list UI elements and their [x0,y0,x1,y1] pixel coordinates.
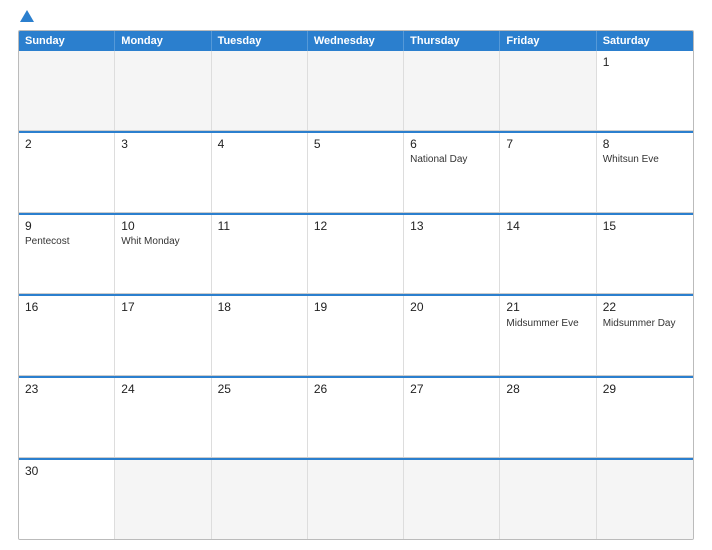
day-number: 14 [506,219,589,233]
day-number: 27 [410,382,493,396]
day-number: 29 [603,382,687,396]
day-event: Whitsun Eve [603,153,687,166]
calendar-cell [115,51,211,130]
day-number: 23 [25,382,108,396]
calendar-cell: 2 [19,133,115,212]
day-number: 4 [218,137,301,151]
calendar-cell: 14 [500,215,596,294]
calendar-cell: 19 [308,296,404,375]
calendar-cell: 26 [308,378,404,457]
calendar-cell: 13 [404,215,500,294]
calendar: SundayMondayTuesdayWednesdayThursdayFrid… [18,30,694,540]
calendar-cell: 16 [19,296,115,375]
calendar-cell: 27 [404,378,500,457]
calendar-cell: 21 Midsummer Eve [500,296,596,375]
calendar-page: SundayMondayTuesdayWednesdayThursdayFrid… [0,0,712,550]
calendar-cell [19,51,115,130]
day-number: 16 [25,300,108,314]
calendar-cell: 1 [597,51,693,130]
calendar-cell [308,460,404,539]
day-number: 6 [410,137,493,151]
calendar-cell: 20 [404,296,500,375]
day-number: 17 [121,300,204,314]
day-event: National Day [410,153,493,166]
day-number: 3 [121,137,204,151]
calendar-cell: 18 [212,296,308,375]
day-event: Midsummer Eve [506,317,589,330]
calendar-body: 123456National Day78Whitsun Eve9Pentecos… [19,51,693,539]
calendar-cell [212,460,308,539]
day-number: 10 [121,219,204,233]
calendar-week-0: 1 [19,51,693,131]
calendar-week-4: 23 24 25 26 27 28 29 [19,376,693,458]
day-number: 1 [603,55,687,69]
logo [18,10,34,24]
day-number: 5 [314,137,397,151]
day-number: 18 [218,300,301,314]
calendar-cell: 17 [115,296,211,375]
calendar-cell: 6 National Day [404,133,500,212]
day-number: 19 [314,300,397,314]
calendar-cell: 22 Midsummer Day [597,296,693,375]
calendar-cell: 12 [308,215,404,294]
day-header-saturday: Saturday [597,31,693,51]
day-header-thursday: Thursday [404,31,500,51]
day-number: 21 [506,300,589,314]
day-header-sunday: Sunday [19,31,115,51]
day-header-monday: Monday [115,31,211,51]
calendar-cell [308,51,404,130]
calendar-cell: 25 [212,378,308,457]
calendar-cell: 28 [500,378,596,457]
calendar-cell [404,460,500,539]
day-number: 25 [218,382,301,396]
calendar-cell: 8 Whitsun Eve [597,133,693,212]
day-number: 26 [314,382,397,396]
day-number: 24 [121,382,204,396]
calendar-week-3: 16 17 18 19 20 21 Midsummer Eve 22 Midsummer Day [19,294,693,376]
day-number: 22 [603,300,687,314]
day-event: Whit Monday [121,235,204,248]
day-header-wednesday: Wednesday [308,31,404,51]
day-number: 15 [603,219,687,233]
day-header-tuesday: Tuesday [212,31,308,51]
page-header [18,10,694,24]
day-number: 11 [218,219,301,233]
calendar-cell [597,460,693,539]
calendar-cell [115,460,211,539]
day-number: 20 [410,300,493,314]
calendar-cell: 23 [19,378,115,457]
calendar-cell: 9 Pentecost [19,215,115,294]
calendar-cell: 24 [115,378,211,457]
calendar-cell: 10 Whit Monday [115,215,211,294]
calendar-cell: 11 [212,215,308,294]
day-number: 2 [25,137,108,151]
calendar-cell: 7 [500,133,596,212]
calendar-cell [212,51,308,130]
day-header-friday: Friday [500,31,596,51]
day-number: 7 [506,137,589,151]
day-number: 30 [25,464,108,478]
calendar-cell: 3 [115,133,211,212]
day-number: 8 [603,137,687,151]
calendar-week-2: 9 Pentecost 10 Whit Monday 11 12 13 14 15 [19,213,693,295]
calendar-week-5: 30 [19,458,693,539]
calendar-cell: 30 [19,460,115,539]
calendar-cell [404,51,500,130]
calendar-cell [500,460,596,539]
day-number: 13 [410,219,493,233]
calendar-cell: 5 [308,133,404,212]
logo-triangle-icon [20,10,34,22]
calendar-cell: 4 [212,133,308,212]
calendar-header: SundayMondayTuesdayWednesdayThursdayFrid… [19,31,693,51]
day-number: 12 [314,219,397,233]
calendar-week-1: 23456 National Day 78 Whitsun Eve [19,131,693,213]
calendar-cell [500,51,596,130]
day-number: 9 [25,219,108,233]
day-event: Pentecost [25,235,108,248]
calendar-cell: 29 [597,378,693,457]
day-number: 28 [506,382,589,396]
calendar-cell: 15 [597,215,693,294]
day-event: Midsummer Day [603,317,687,330]
